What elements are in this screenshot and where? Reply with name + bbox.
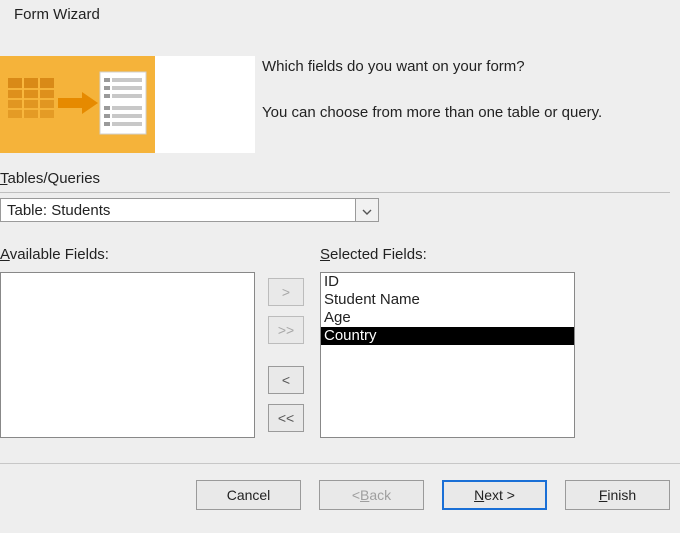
tables-queries-label: Tables/Queries [0, 170, 100, 187]
list-item[interactable]: Student Name [321, 291, 574, 309]
list-item[interactable]: Country [321, 327, 574, 345]
dialog-title: Form Wizard [14, 6, 100, 23]
wizard-prompt-1: Which fields do you want on your form? [262, 58, 525, 75]
selected-fields-listbox[interactable]: IDStudent NameAgeCountry [320, 272, 575, 438]
chevron-down-icon [362, 202, 372, 218]
cancel-button[interactable]: Cancel [196, 480, 301, 510]
list-item[interactable]: ID [321, 273, 574, 291]
wizard-prompt-2: You can choose from more than one table … [262, 104, 602, 121]
remove-field-button[interactable]: < [268, 366, 304, 394]
footer-separator [0, 463, 680, 464]
finish-button[interactable]: Finish [565, 480, 670, 510]
form-wizard-dialog: Form Wizard [0, 0, 680, 533]
combo-dropdown-button[interactable] [355, 199, 378, 221]
available-fields-listbox[interactable] [0, 272, 255, 438]
tables-queries-rule [0, 192, 670, 193]
add-field-button[interactable]: > [268, 278, 304, 306]
tables-queries-selected: Table: Students [1, 202, 355, 219]
field-move-buttons: > >> < << [268, 278, 308, 442]
footer-buttons: Cancel < Back Next > Finish [196, 480, 670, 510]
remove-all-fields-button[interactable]: << [268, 404, 304, 432]
tables-queries-combo[interactable]: Table: Students [0, 198, 379, 222]
add-all-fields-button[interactable]: >> [268, 316, 304, 344]
list-item[interactable]: Age [321, 309, 574, 327]
next-button[interactable]: Next > [442, 480, 547, 510]
back-button[interactable]: < Back [319, 480, 424, 510]
selected-fields-label: Selected Fields: [320, 246, 427, 263]
wizard-banner-image [0, 56, 255, 153]
available-fields-label: Available Fields: [0, 246, 109, 263]
